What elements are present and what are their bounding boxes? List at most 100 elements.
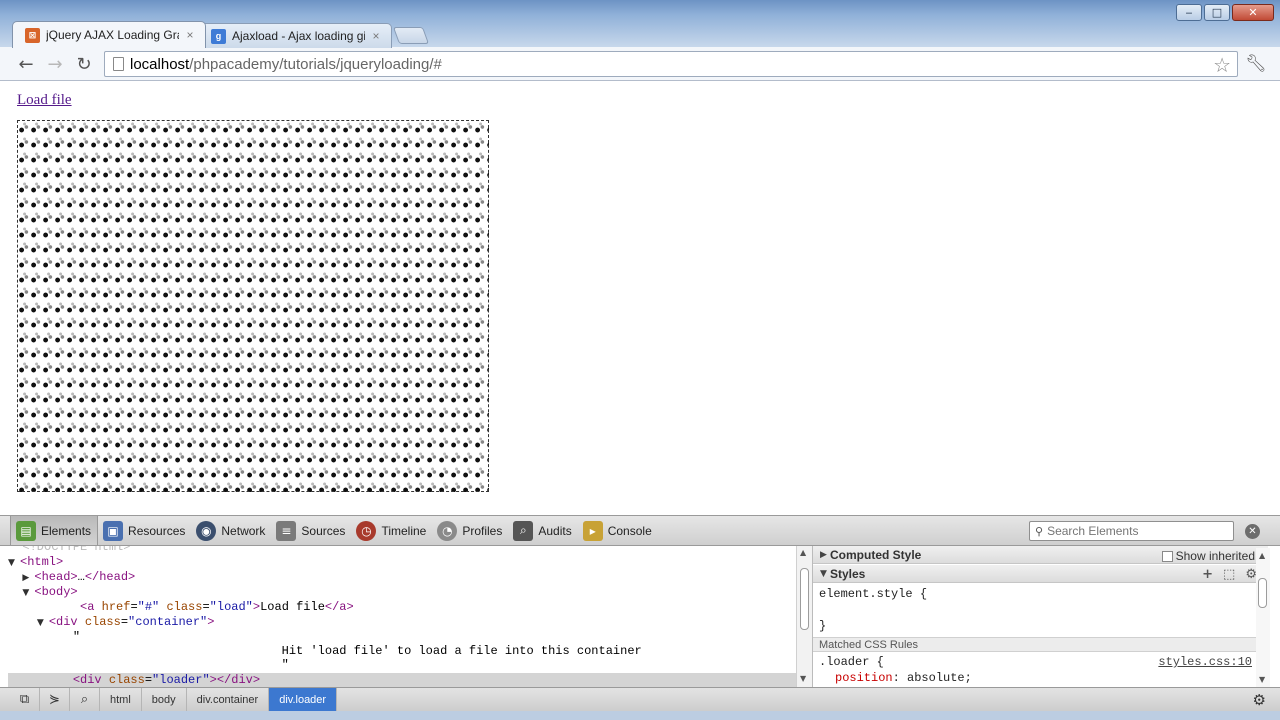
collapsed-triangle-icon[interactable]: ▶ <box>22 571 34 586</box>
node-text: " <box>281 658 289 672</box>
scroll-up-icon[interactable]: ▲ <box>1259 551 1265 560</box>
devtools-panel: ▤ Elements ▣ Resources ◉ Network ≡ Sourc… <box>0 515 1280 720</box>
dom-text-node-quote[interactable]: " <box>8 630 796 645</box>
page-viewport: Load file <box>0 81 1280 515</box>
show-inherited-checkbox[interactable] <box>1161 550 1173 562</box>
element-style-open[interactable]: element.style { <box>819 587 927 601</box>
expanded-triangle-icon[interactable]: ▼ <box>37 616 49 631</box>
scroll-down-icon[interactable]: ▼ <box>800 674 806 683</box>
node-text: Hit 'load file' to load a file into this… <box>281 644 642 658</box>
dom-node-html[interactable]: ▼ <html> <box>8 555 796 570</box>
tab-resources[interactable]: ▣ Resources <box>98 516 191 545</box>
window-bottom-border <box>0 711 1280 720</box>
tab-label: Resources <box>128 523 186 538</box>
close-window-button[interactable]: ✕ <box>1232 4 1274 21</box>
dom-tree-scrollbar[interactable]: ▲ ▼ <box>796 546 812 687</box>
browser-tab-active[interactable]: ⊠ jQuery AJAX Loading Grapl × <box>12 21 206 48</box>
add-rule-icon[interactable]: + <box>1202 567 1213 582</box>
tab-label: Timeline <box>381 523 427 538</box>
breadcrumb-div-container[interactable]: div.container <box>187 687 270 712</box>
scrollbar-thumb[interactable] <box>800 568 809 630</box>
dom-node-head[interactable]: ▶ <head>…</head> <box>8 570 796 585</box>
url-path: /phpacademy/tutorials/jqueryloading/# <box>189 55 442 73</box>
minimize-button[interactable]: ‒ <box>1176 4 1202 21</box>
wrench-menu-icon[interactable]: 🔧︎ <box>1244 53 1268 75</box>
dom-node-div-container[interactable]: ▼ <div class="container"> <box>8 615 796 630</box>
tag-text: </div> <box>216 673 261 687</box>
tab-label: Elements <box>41 523 92 538</box>
scroll-up-icon[interactable]: ▲ <box>800 548 806 557</box>
dom-node-a-load[interactable]: <a href="#" class="load">Load file</a> <box>8 600 796 615</box>
styles-scrollbar[interactable]: ▲ ▼ <box>1256 548 1270 687</box>
maximize-button[interactable]: □ <box>1204 4 1230 21</box>
styles-sidebar: ▶ Computed Style Show inherited ▼ Styles… <box>812 546 1268 687</box>
styles-header[interactable]: ▼ Styles + ⬚ ⚙ <box>813 565 1268 583</box>
tab-elements[interactable]: ▤ Elements <box>10 516 99 545</box>
devtools-toolbar: ▤ Elements ▣ Resources ◉ Network ≡ Sourc… <box>0 515 1280 546</box>
expanded-triangle-icon[interactable]: ▼ <box>8 556 20 571</box>
tab-label: Console <box>607 523 652 538</box>
tag-text: <html> <box>20 555 64 569</box>
computed-style-header[interactable]: ▶ Computed Style Show inherited <box>813 546 1268 564</box>
checkbox-label: Show inherited <box>1175 549 1255 563</box>
tab-network[interactable]: ◉ Network <box>191 516 271 545</box>
browser-tab-ajaxload[interactable]: g Ajaxload - Ajax loading gif × <box>198 23 392 48</box>
show-inherited-toggle[interactable]: Show inherited <box>1161 549 1255 563</box>
tab-profiles[interactable]: ◔ Profiles <box>432 516 508 545</box>
tag-text: > <box>209 673 217 687</box>
expanded-triangle-icon[interactable]: ▼ <box>22 586 34 601</box>
css-property[interactable]: position: absolute; <box>835 671 972 685</box>
attr-value: "load" <box>209 600 253 614</box>
window-titlebar: ‒ □ ✕ ⊠ jQuery AJAX Loading Grapl × g Aj… <box>0 0 1280 48</box>
audits-icon: ⌕ <box>513 520 534 541</box>
scrollbar-thumb[interactable] <box>1258 578 1267 608</box>
tag-text: <div <box>72 673 102 687</box>
search-elements-field[interactable]: ⚲ <box>1029 521 1234 541</box>
bookmark-star-icon[interactable]: ☆ <box>1213 53 1231 77</box>
page-icon <box>113 57 124 71</box>
tab-timeline[interactable]: ◷ Timeline <box>351 516 432 545</box>
devtools-close-icon[interactable]: ✕ <box>1245 524 1260 539</box>
show-console-icon[interactable]: ⋟ <box>40 687 70 712</box>
dom-tree[interactable]: <!DOCTYPE html> ▼ <html> ▶ <head>…</head> … <box>8 546 796 687</box>
url-host: localhost <box>130 55 190 73</box>
rule-source-link[interactable]: styles.css:10 <box>1158 655 1252 669</box>
google-favicon-icon: g <box>211 28 226 44</box>
tab-console[interactable]: ▸ Console <box>578 516 658 545</box>
dom-node-div-loader-selected[interactable]: <div class="loader"></div> <box>8 673 796 687</box>
forward-arrow-icon[interactable]: → <box>44 53 66 75</box>
back-arrow-icon[interactable]: ← <box>15 53 37 75</box>
search-elements-input[interactable] <box>1047 524 1228 538</box>
load-file-link[interactable]: Load file <box>17 92 72 109</box>
tag-text: <div <box>48 615 78 629</box>
dom-text-node-container[interactable]: Hit 'load file' to load a file into this… <box>8 644 796 659</box>
dom-node-body[interactable]: ▼ <body> <box>8 585 796 600</box>
element-style-close: } <box>819 619 827 633</box>
dom-text-node-quote[interactable]: " <box>8 658 796 673</box>
network-icon: ◉ <box>196 520 217 541</box>
property-name: position <box>835 671 893 685</box>
settings-gear-icon[interactable]: ⚙ <box>1253 691 1266 709</box>
tab-close-icon[interactable]: × <box>369 29 383 43</box>
tab-label: Audits <box>538 523 572 538</box>
inspect-element-icon[interactable]: ⌕ <box>70 687 100 712</box>
expanded-triangle-icon[interactable]: ▼ <box>820 569 830 579</box>
address-bar[interactable]: localhost/phpacademy/tutorials/jqueryloa… <box>104 51 1238 77</box>
attr-value: "container" <box>128 615 208 629</box>
tag-text: > <box>207 615 215 629</box>
dom-node-doctype[interactable]: <!DOCTYPE html> <box>8 546 796 555</box>
loader-rule-selector[interactable]: .loader { <box>819 655 884 669</box>
breadcrumb-html[interactable]: html <box>100 687 142 712</box>
collapsed-triangle-icon[interactable]: ▶ <box>820 550 830 560</box>
tab-close-icon[interactable]: × <box>183 28 197 42</box>
scroll-down-icon[interactable]: ▼ <box>1259 675 1265 684</box>
breadcrumb-body[interactable]: body <box>142 687 187 712</box>
dock-toggle-icon[interactable]: ⧉ <box>10 687 40 712</box>
reload-icon[interactable]: ↻ <box>73 53 95 75</box>
tab-label: Profiles <box>462 523 503 538</box>
new-tab-button[interactable] <box>392 27 430 44</box>
tab-audits[interactable]: ⌕ Audits <box>508 516 577 545</box>
tab-sources[interactable]: ≡ Sources <box>271 516 351 545</box>
toggle-element-state-icon[interactable]: ⬚ <box>1223 567 1235 582</box>
breadcrumb-div-loader[interactable]: div.loader <box>269 687 338 712</box>
